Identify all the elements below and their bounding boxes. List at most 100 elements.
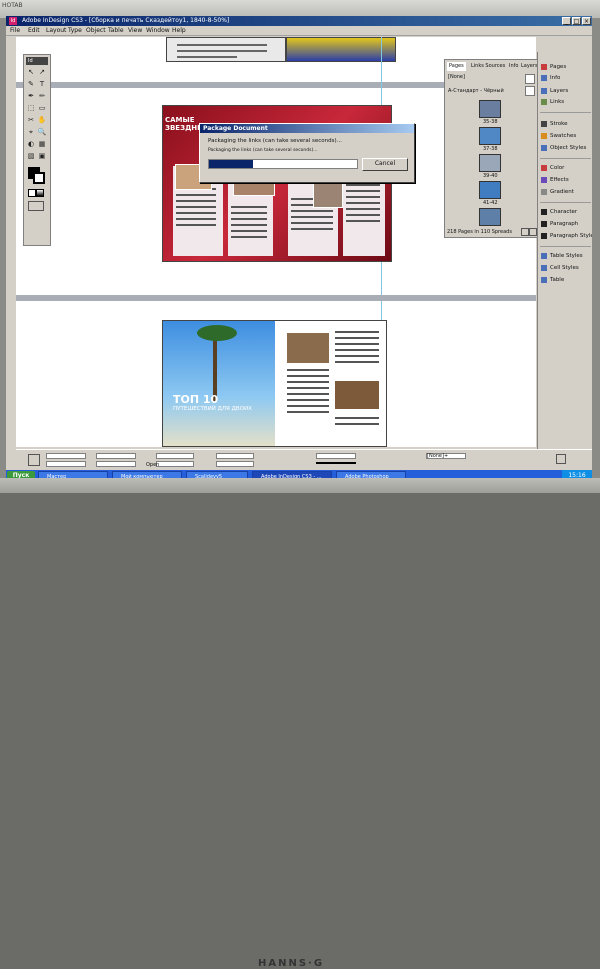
pencil-tool-icon[interactable]: ✒	[26, 91, 36, 101]
scale-x-field[interactable]	[156, 453, 194, 459]
dock-item-swatches[interactable]: Swatches	[538, 131, 592, 141]
menu-type[interactable]: Type	[68, 27, 82, 34]
line-tool-icon[interactable]: ✏	[37, 91, 47, 101]
eyedropper-tool-icon[interactable]: ▧	[26, 151, 36, 161]
pages-count: 218 Pages in 110 Spreads	[447, 229, 512, 235]
monitor-bottom-bezel: HANNS·G	[0, 478, 600, 969]
dock-item-table-styles[interactable]: Table Styles	[538, 251, 592, 261]
control-bar: [None]+	[16, 449, 592, 470]
dock-item-color[interactable]: Color	[538, 163, 592, 173]
dock-item-character[interactable]: Character	[538, 207, 592, 217]
window-titlebar[interactable]: Id Adobe InDesign CS3 - [Сборка и печать…	[6, 16, 592, 26]
dock-item-effects[interactable]: Effects	[538, 175, 592, 185]
palm-leaves	[197, 325, 237, 341]
note-tool-icon[interactable]: ▦	[37, 139, 47, 149]
width-field[interactable]	[96, 453, 136, 459]
dock-item-table[interactable]: Table	[538, 275, 592, 285]
menu-view[interactable]: View	[128, 27, 142, 34]
maximize-button[interactable]: □	[572, 17, 581, 25]
gradient-tool-icon[interactable]: ◐	[26, 139, 36, 149]
master-thumb[interactable]	[525, 86, 535, 96]
monitor-frame: HOTAB Id Adobe InDesign CS3 - [Сборка и …	[0, 0, 600, 969]
page-thumbnail-label: 39-40	[483, 173, 498, 179]
tab-links[interactable]: Links Sources	[469, 62, 507, 71]
paragraph-icon	[541, 221, 547, 227]
dock-item-cell-styles[interactable]: Cell Styles	[538, 263, 592, 273]
close-button[interactable]: ×	[582, 17, 591, 25]
cancel-button[interactable]: Cancel	[362, 158, 408, 171]
view-mode-icon[interactable]	[28, 201, 44, 211]
stroke-color-swatch[interactable]	[33, 172, 45, 184]
scissors-tool-icon[interactable]: ✂	[26, 115, 36, 125]
menu-window[interactable]: Window	[146, 27, 170, 34]
dock-item-stroke[interactable]: Stroke	[538, 119, 592, 129]
rectangle-tool-icon[interactable]: ▭	[37, 103, 47, 113]
x-field[interactable]	[46, 453, 86, 459]
master-label[interactable]: А-Стандарт - Чёрный	[448, 88, 504, 94]
photo	[335, 381, 379, 409]
status-open[interactable]: Open	[146, 462, 159, 468]
toolbox-panel: Id ↖ ↗ ✎ T ✒ ✏ ⬚ ▭ ✂ ✋ ⌖ 🔍 ◐ ▦ ▧ ▣	[23, 54, 51, 246]
shear-field[interactable]	[216, 461, 254, 467]
hand-tool-icon[interactable]: ✋	[37, 115, 47, 125]
reference-point-icon[interactable]	[28, 454, 40, 466]
page-thumbnail[interactable]	[479, 181, 501, 199]
stroke-weight-field[interactable]	[316, 453, 356, 459]
dock-separator	[540, 158, 591, 159]
dialog-titlebar[interactable]: Package Document	[200, 124, 414, 133]
dock-item-links[interactable]: Links	[538, 97, 592, 107]
dock-item-paragraph-styles[interactable]: Paragraph Styles	[538, 231, 592, 241]
stroke-type-swatch[interactable]	[316, 462, 356, 464]
package-document-dialog: Package Document Packaging the links (ca…	[199, 123, 415, 183]
menu-edit[interactable]: Edit	[28, 27, 40, 34]
rectangle-frame-tool-icon[interactable]: ⬚	[26, 103, 36, 113]
rotate-field[interactable]	[216, 453, 254, 459]
measure-tool-icon[interactable]: ▣	[37, 151, 47, 161]
pasteboard-divider	[16, 295, 536, 301]
direct-selection-tool-icon[interactable]: ↗	[37, 67, 47, 77]
dock-item-paragraph[interactable]: Paragraph	[538, 219, 592, 229]
spread-image[interactable]	[166, 37, 286, 62]
cover-subheading: ПУТЕШЕСТВИЙ ДЛЯ ДВОИХ	[173, 406, 252, 412]
dock-item-layers[interactable]: Layers	[538, 86, 592, 96]
height-field[interactable]	[96, 461, 136, 467]
type-tool-icon[interactable]: T	[37, 79, 47, 89]
new-page-icon[interactable]	[521, 228, 529, 236]
scale-y-field[interactable]	[156, 461, 194, 467]
y-field[interactable]	[46, 461, 86, 467]
page-thumbnail[interactable]	[479, 208, 501, 226]
master-thumb[interactable]	[525, 74, 535, 84]
panel-menu-icon[interactable]	[556, 454, 566, 464]
pen-tool-icon[interactable]: ✎	[26, 79, 36, 89]
trash-icon[interactable]	[529, 228, 537, 236]
selection-tool-icon[interactable]: ↖	[26, 67, 36, 77]
object-style-field[interactable]: [None]+	[426, 453, 466, 459]
dock-item-pages[interactable]: Pages	[538, 62, 592, 72]
spread-image[interactable]: ТОП 10 ПУТЕШЕСТВИЙ ДЛЯ ДВОИХ	[162, 320, 387, 447]
tab-pages[interactable]: Pages	[447, 62, 466, 71]
dock-item-info[interactable]: Info	[538, 73, 592, 83]
panel-dock: Pages Info Layers Links Stroke Swatches …	[537, 52, 592, 452]
dock-item-object-styles[interactable]: Object Styles	[538, 143, 592, 153]
apply-color-icon[interactable]	[28, 189, 36, 197]
apply-gradient-icon[interactable]	[36, 189, 44, 197]
page-thumbnail[interactable]	[479, 100, 501, 118]
menu-file[interactable]: File	[10, 27, 20, 34]
monitor-label: HOTAB	[2, 2, 23, 9]
stroke-icon	[541, 121, 547, 127]
none-master[interactable]: [None]	[448, 74, 465, 80]
screen: Id Adobe InDesign CS3 - [Сборка и печать…	[6, 16, 592, 482]
zoom-tool-icon[interactable]: 🔍	[37, 127, 47, 137]
page-thumbnail[interactable]	[479, 154, 501, 172]
free-transform-tool-icon[interactable]: ⌖	[26, 127, 36, 137]
gradient-icon	[541, 189, 547, 195]
spread-image[interactable]	[286, 37, 396, 62]
menu-table[interactable]: Table	[108, 27, 124, 34]
dock-item-gradient[interactable]: Gradient	[538, 187, 592, 197]
menu-help[interactable]: Help	[172, 27, 186, 34]
minimize-button[interactable]: _	[562, 17, 571, 25]
toolbox-header[interactable]: Id	[26, 57, 48, 65]
page-thumbnail[interactable]	[479, 127, 501, 145]
menu-layout[interactable]: Layout	[46, 27, 66, 34]
menu-object[interactable]: Object	[86, 27, 106, 34]
